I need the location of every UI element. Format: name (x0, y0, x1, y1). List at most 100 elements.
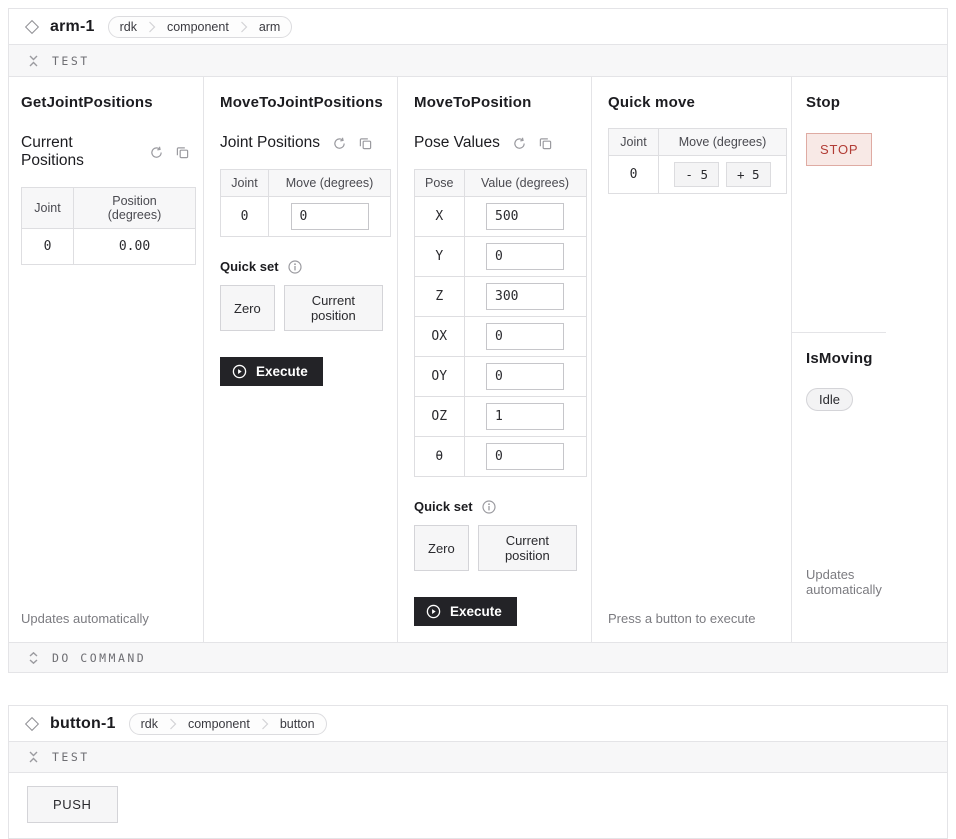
panel-title: Quick move (608, 94, 695, 111)
table-row: OY (415, 357, 587, 397)
ismoving-section: IsMoving Idle Updates automatically (792, 333, 947, 613)
component-diamond-icon (25, 716, 39, 730)
execute-button-label: Execute (256, 364, 308, 379)
column-header: Pose (415, 170, 465, 197)
panel-subtitle: Joint Positions (220, 134, 320, 152)
expand-icon (28, 652, 39, 664)
panel-footer-note: Updates automatically (21, 597, 149, 626)
column-header: Value (degrees) (464, 170, 586, 197)
column-header: Position (degrees) (74, 188, 196, 229)
breadcrumb-item: arm (248, 17, 292, 37)
stop-ismoving-panel: Stop STOP IsMoving Idle Updates automati… (792, 77, 947, 642)
button-test-body: PUSH (9, 773, 947, 838)
arm-card: arm-1 rdk component arm TEST GetJointPos… (8, 8, 948, 673)
joint-index: 0 (609, 156, 659, 194)
pose-y-input[interactable] (486, 243, 564, 270)
stop-button[interactable]: STOP (806, 133, 872, 166)
execute-button-label: Execute (450, 604, 502, 619)
panel-footer-note: Press a button to execute (608, 597, 755, 626)
chevron-right-icon (240, 17, 248, 37)
current-position-button[interactable]: Current position (478, 525, 577, 571)
execute-button[interactable]: Execute (220, 357, 323, 386)
breadcrumb-item: button (269, 714, 326, 734)
stop-section: Stop STOP (792, 77, 886, 333)
panel-subtitle: Pose Values (414, 134, 500, 152)
get-joint-positions-panel: GetJointPositions Current Positions Join… (9, 77, 204, 642)
column-header: Joint (221, 170, 269, 197)
test-section-label: TEST (52, 750, 90, 764)
panel-title: Stop (806, 94, 872, 111)
play-icon (232, 364, 247, 379)
refresh-icon[interactable] (333, 137, 346, 150)
joint-index: 0 (22, 229, 74, 265)
joint-index: 0 (221, 197, 269, 237)
panel-title: MoveToJointPositions (220, 94, 383, 111)
pose-ox-input[interactable] (486, 323, 564, 350)
button-card: button-1 rdk component button TEST PUSH … (8, 705, 948, 839)
arm-card-header: arm-1 rdk component arm (9, 9, 947, 45)
pose-label: θ (415, 437, 465, 477)
pose-label: OZ (415, 397, 465, 437)
move-to-position-panel: MoveToPosition Pose Values Pose Value (d… (398, 77, 592, 642)
table-row: X (415, 197, 587, 237)
refresh-icon[interactable] (513, 137, 526, 150)
chevron-right-icon (261, 714, 269, 734)
pose-label: Z (415, 277, 465, 317)
zero-button[interactable]: Zero (414, 525, 469, 571)
copy-icon[interactable] (359, 137, 372, 150)
quick-set-label: Quick set (414, 499, 473, 514)
chevron-right-icon (148, 17, 156, 37)
table-row: 0 - 5 + 5 (609, 156, 787, 194)
component-name: button-1 (50, 715, 116, 733)
table-row: 0 (221, 197, 391, 237)
test-section-toggle[interactable]: TEST (9, 742, 947, 773)
panel-title: GetJointPositions (21, 94, 153, 111)
copy-icon[interactable] (539, 137, 552, 150)
button-card-header: button-1 rdk component button (9, 706, 947, 742)
component-name: arm-1 (50, 18, 95, 36)
do-command-section-toggle[interactable]: DO COMMAND (9, 642, 947, 672)
pose-values-table: Pose Value (degrees) X Y Z OX (414, 169, 587, 477)
table-row: OZ (415, 397, 587, 437)
current-positions-table: Joint Position (degrees) 0 0.00 (21, 187, 196, 265)
pose-label: OY (415, 357, 465, 397)
column-header: Joint (22, 188, 74, 229)
column-header: Joint (609, 129, 659, 156)
collapse-icon (28, 751, 39, 763)
move-minus-5-button[interactable]: - 5 (674, 162, 719, 187)
joint-move-input[interactable] (291, 203, 369, 230)
pose-oy-input[interactable] (486, 363, 564, 390)
info-icon[interactable] (288, 260, 302, 274)
move-plus-5-button[interactable]: + 5 (726, 162, 771, 187)
breadcrumb: rdk component arm (108, 16, 293, 38)
test-section-toggle[interactable]: TEST (9, 45, 947, 77)
panel-title: MoveToPosition (414, 94, 532, 111)
status-badge: Idle (806, 388, 853, 411)
component-diamond-icon (25, 19, 39, 33)
execute-button[interactable]: Execute (414, 597, 517, 626)
joint-positions-table: Joint Move (degrees) 0 (220, 169, 391, 237)
quick-move-table: Joint Move (degrees) 0 - 5 + 5 (608, 128, 787, 194)
quick-move-panel: Quick move Joint Move (degrees) 0 - 5 + … (592, 77, 792, 642)
current-position-button[interactable]: Current position (284, 285, 383, 331)
table-row: OX (415, 317, 587, 357)
zero-button[interactable]: Zero (220, 285, 275, 331)
test-section-label: TEST (52, 54, 90, 68)
pose-label: Y (415, 237, 465, 277)
pose-x-input[interactable] (486, 203, 564, 230)
copy-icon[interactable] (176, 146, 189, 159)
pose-z-input[interactable] (486, 283, 564, 310)
refresh-icon[interactable] (150, 146, 163, 159)
table-row: θ (415, 437, 587, 477)
info-icon[interactable] (482, 500, 496, 514)
panel-title: IsMoving (806, 350, 873, 367)
pose-label: X (415, 197, 465, 237)
column-header: Move (degrees) (659, 129, 787, 156)
quick-set-label: Quick set (220, 259, 279, 274)
pose-oz-input[interactable] (486, 403, 564, 430)
collapse-icon (28, 55, 39, 67)
push-button[interactable]: PUSH (27, 786, 118, 823)
table-row: Z (415, 277, 587, 317)
pose-theta-input[interactable] (486, 443, 564, 470)
joint-position-value: 0.00 (74, 229, 196, 265)
